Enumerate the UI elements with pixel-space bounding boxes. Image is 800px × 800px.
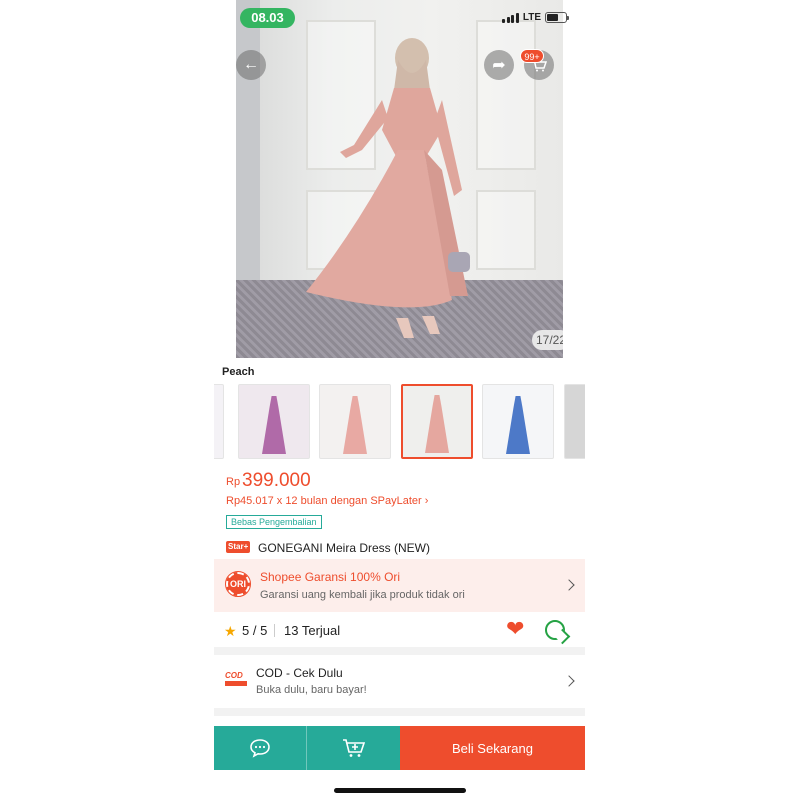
variant-thumbnail[interactable]: [401, 384, 473, 459]
product-photo[interactable]: ← ➦ 99+ ⋮ 17/22: [236, 0, 563, 358]
network-type: LTE: [522, 12, 541, 23]
product-name: GONEGANI Meira Dress (NEW): [258, 541, 431, 555]
variant-thumbnail[interactable]: [214, 384, 224, 459]
image-counter: 17/22: [532, 330, 563, 350]
home-indicator: [334, 788, 466, 793]
price: 399.000: [242, 470, 311, 491]
add-to-cart-button[interactable]: [307, 726, 400, 770]
guarantee-banner[interactable]: ORI Shopee Garansi 100% Ori Garansi uang…: [214, 559, 585, 612]
product-screen: ← ➦ 99+ ⋮ 17/22 08.03 LTE Peach Rp 399.0…: [214, 0, 585, 800]
bottom-action-bar: Beli Sekarang: [214, 726, 585, 770]
status-indicators: LTE: [502, 12, 569, 23]
star-icon: ★: [224, 623, 237, 639]
star-plus-badge: Star+: [226, 541, 251, 553]
like-heart-icon[interactable]: ❤: [506, 618, 524, 640]
signal-icon: [502, 12, 519, 23]
chevron-right-icon: [563, 579, 575, 591]
cod-subtitle: Buka dulu, baru bayar!: [256, 684, 367, 696]
free-return-badge: Bebas Pengembalian: [226, 515, 322, 529]
ori-badge-icon: ORI: [225, 571, 251, 597]
variant-thumbnails: [214, 384, 585, 460]
guarantee-title: Shopee Garansi 100% Ori: [260, 570, 401, 584]
status-time: 08.03: [240, 8, 295, 28]
share-icon: ➦: [492, 57, 506, 74]
model-figure: [306, 38, 470, 338]
cod-row[interactable]: COD COD - Cek Dulu Buka dulu, baru bayar…: [214, 656, 585, 706]
share-button[interactable]: ➦: [484, 50, 514, 80]
whatsapp-share-icon[interactable]: [545, 620, 565, 640]
buy-now-button[interactable]: Beli Sekarang: [400, 726, 585, 770]
variant-thumbnail[interactable]: [564, 384, 585, 459]
section-divider: [214, 708, 585, 716]
back-button[interactable]: ←: [236, 50, 266, 80]
chat-icon: [250, 739, 270, 758]
section-divider: [214, 647, 585, 655]
rating-row: ★ 5 / 5 13 Terjual ❤: [214, 614, 585, 646]
variant-label: Peach: [222, 366, 255, 378]
cod-title: COD - Cek Dulu: [256, 666, 343, 680]
rating-value: 5 / 5: [242, 623, 268, 638]
battery-icon: [545, 12, 569, 23]
chat-button[interactable]: [214, 726, 307, 770]
cod-icon: COD: [225, 671, 247, 689]
add-cart-icon: [342, 739, 365, 757]
sold-count: 13 Terjual: [284, 623, 341, 638]
guarantee-subtitle: Garansi uang kembali jika produk tidak o…: [260, 589, 465, 601]
arrow-left-icon: ←: [243, 56, 259, 73]
price-currency: Rp: [226, 476, 241, 488]
chevron-right-icon: [563, 675, 575, 687]
variant-thumbnail[interactable]: [482, 384, 554, 459]
variant-thumbnail[interactable]: [238, 384, 310, 459]
paylater-link[interactable]: Rp45.017 x 12 bulan dengan SPayLater ›: [226, 495, 428, 507]
variant-thumbnail[interactable]: [319, 384, 391, 459]
cart-count-badge: 99+: [520, 49, 544, 63]
